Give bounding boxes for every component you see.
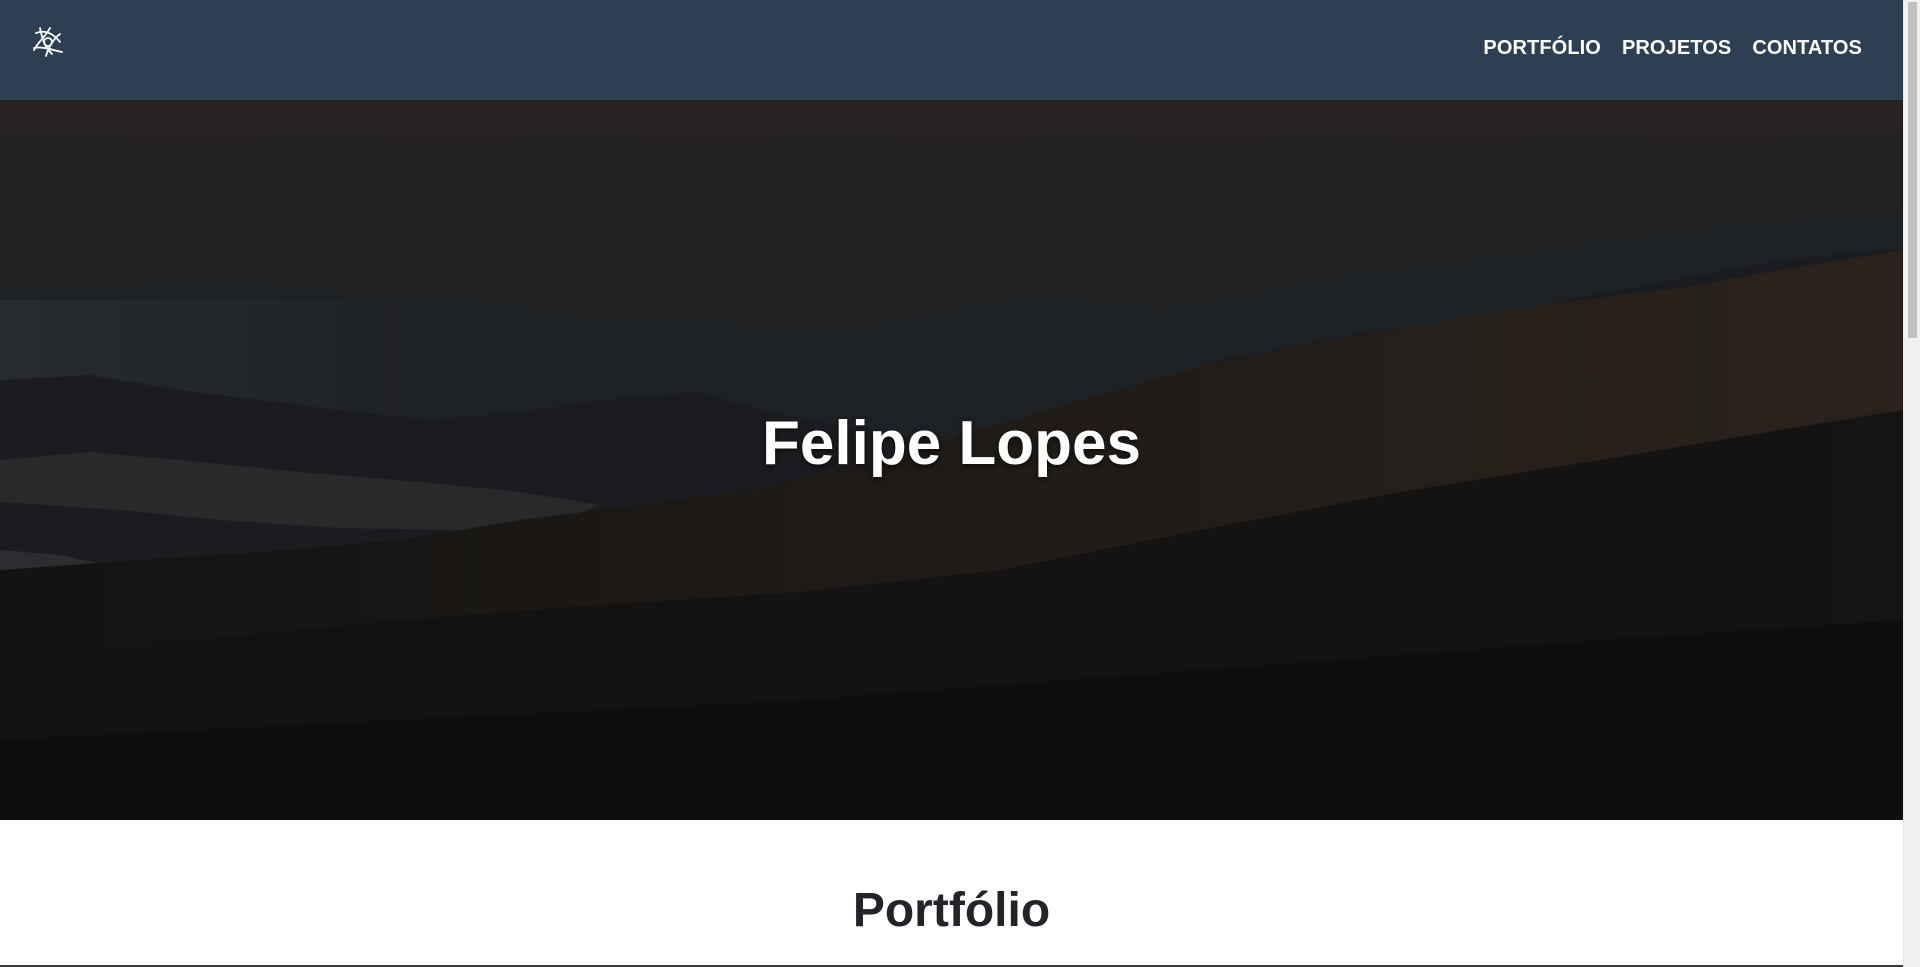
- nav-link-contatos[interactable]: CONTATOS: [1752, 36, 1862, 60]
- main-nav: PORTFÓLIO PROJETOS CONTATOS: [1483, 36, 1862, 60]
- portfolio-section: Portfólio: [0, 820, 1903, 967]
- logo-icon[interactable]: [30, 24, 66, 60]
- nav-link-projetos[interactable]: PROJETOS: [1622, 36, 1731, 60]
- abstract-star-logo-icon: [33, 27, 63, 57]
- nav-link-portfolio[interactable]: PORTFÓLIO: [1483, 36, 1601, 60]
- portfolio-title: Portfólio: [852, 884, 1051, 937]
- hero-title: Felipe Lopes: [762, 409, 1141, 478]
- scrollbar-thumb[interactable]: [1908, 2, 1917, 338]
- navbar: PORTFÓLIO PROJETOS CONTATOS: [0, 0, 1903, 100]
- vertical-scrollbar[interactable]: [1903, 0, 1920, 967]
- hero-section: Felipe Lopes: [0, 100, 1903, 820]
- page: PORTFÓLIO PROJETOS CONTATOS Felipe Lopes…: [0, 0, 1920, 967]
